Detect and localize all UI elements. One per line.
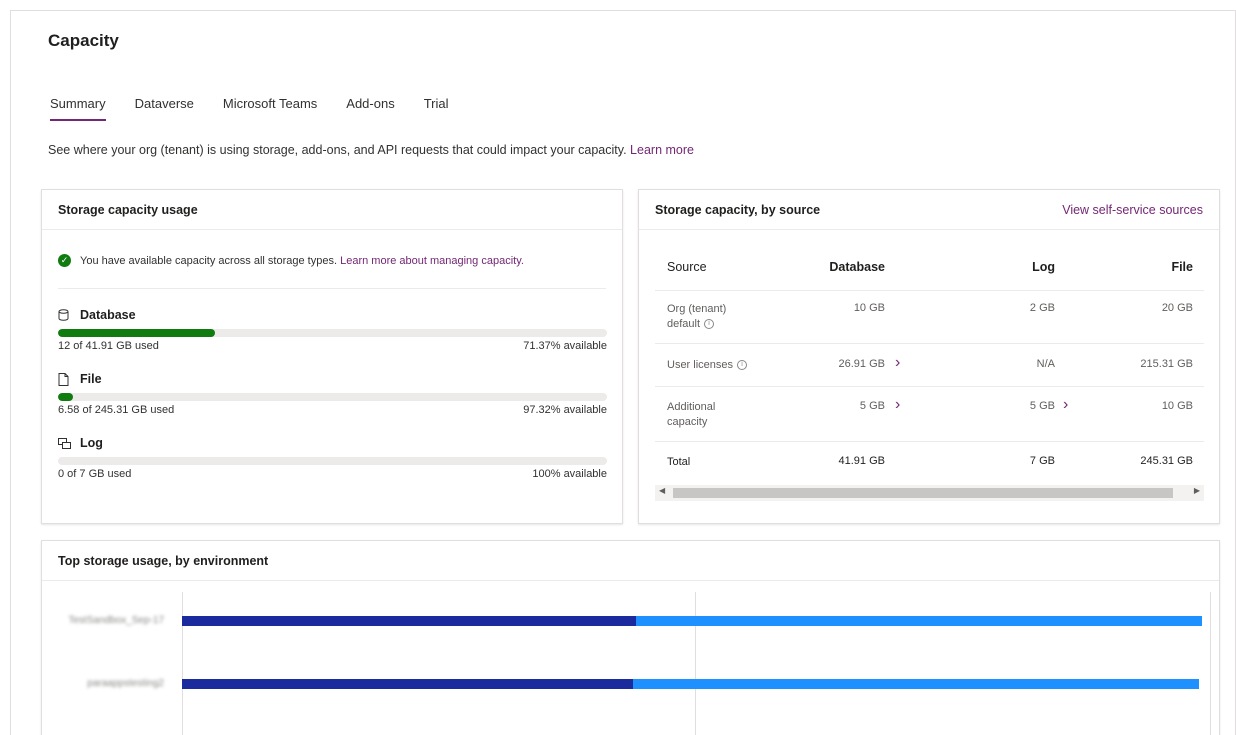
database-available-text: 71.37% available <box>523 340 607 352</box>
chart-gridline <box>695 592 696 735</box>
file-bar-segment[interactable] <box>633 679 1199 689</box>
chart-axis-line <box>182 592 183 735</box>
file-available-text: 97.32% available <box>523 404 607 416</box>
log-progress-track <box>58 457 607 465</box>
database-used-text: 12 of 41.91 GB used <box>58 340 159 352</box>
intro-description: See where your org (tenant) is using sto… <box>48 143 627 157</box>
intro-text: See where your org (tenant) is using sto… <box>48 143 694 157</box>
chart-gridline <box>1210 592 1211 735</box>
table-row: User licenses i 26.91 GB › N/A 215.31 GB <box>655 344 1204 387</box>
row-source-label: User licenses <box>667 359 734 371</box>
page-title: Capacity <box>48 31 119 50</box>
file-icon <box>58 372 72 386</box>
table-row: Additional capacity 5 GB › 5 GB › 10 GB <box>655 387 1204 442</box>
checkmark-circle-icon: ✓ <box>58 254 71 267</box>
row-database-value: 41.91 GB <box>838 455 885 467</box>
database-progress-track <box>58 329 607 337</box>
status-divider <box>58 288 606 289</box>
database-bar-segment[interactable] <box>182 679 633 689</box>
log-meter: Log 0 of 7 GB used 100% available <box>58 434 607 480</box>
database-bar-segment[interactable] <box>182 616 636 626</box>
file-progress-fill <box>58 393 73 401</box>
row-log-value: N/A <box>1036 358 1055 370</box>
tab-dataverse[interactable]: Dataverse <box>135 96 194 121</box>
chevron-right-icon[interactable]: › <box>895 355 900 371</box>
file-label: File <box>80 372 102 386</box>
file-meter: File 6.58 of 245.31 GB used 97.32% avail… <box>58 370 607 416</box>
row-database-value: 10 GB <box>853 302 885 314</box>
database-progress-fill <box>58 329 216 337</box>
environment-label: paraappstesting2 <box>87 678 164 689</box>
column-header-database[interactable]: Database <box>805 260 885 274</box>
row-source-label: Org (tenant) default <box>667 303 727 330</box>
database-meter: Database 12 of 41.91 GB used 71.37% avai… <box>58 306 607 352</box>
log-label: Log <box>80 436 103 450</box>
row-log-value: 5 GB <box>1029 400 1055 412</box>
row-file-value: 20 GB <box>1161 302 1193 314</box>
column-header-log[interactable]: Log <box>975 260 1055 274</box>
scrollbar-thumb[interactable] <box>673 488 1173 498</box>
chevron-right-icon[interactable]: › <box>1063 397 1068 413</box>
scroll-left-icon[interactable]: ◀ <box>659 486 665 495</box>
row-file-value: 10 GB <box>1161 400 1193 412</box>
storage-source-card: Storage capacity, by source View self-se… <box>638 189 1220 524</box>
table-header-row: Source Database Log File <box>655 240 1204 291</box>
row-source-label: Additional capacity <box>667 401 716 428</box>
column-header-file[interactable]: File <box>1105 260 1193 274</box>
column-header-source[interactable]: Source <box>667 260 757 275</box>
storage-source-table: Source Database Log File Org (tenant) de… <box>655 240 1204 482</box>
tab-summary[interactable]: Summary <box>50 96 106 121</box>
horizontal-scrollbar[interactable]: ◀ ▶ <box>655 485 1204 501</box>
storage-source-header: Storage capacity, by source View self-se… <box>639 190 1219 230</box>
row-log-value: 2 GB <box>1029 302 1055 314</box>
info-icon[interactable]: i <box>704 319 715 330</box>
environment-label: TestSandbox_Sep-17 <box>68 615 164 626</box>
scroll-right-icon[interactable]: ▶ <box>1194 486 1200 495</box>
row-file-value: 215.31 GB <box>1140 358 1193 370</box>
file-used-text: 6.58 of 245.31 GB used <box>58 404 175 416</box>
file-progress-track <box>58 393 607 401</box>
row-log-value: 7 GB <box>1029 455 1055 467</box>
storage-usage-card: Storage capacity usage ✓ You have availa… <box>41 189 623 524</box>
log-available-text: 100% available <box>532 468 607 480</box>
row-database-value: 26.91 GB <box>838 358 885 370</box>
chevron-right-icon[interactable]: › <box>895 397 900 413</box>
storage-usage-title: Storage capacity usage <box>58 202 198 217</box>
file-bar-segment[interactable] <box>636 616 1202 626</box>
database-icon <box>58 309 72 321</box>
row-file-value: 245.31 GB <box>1140 455 1193 467</box>
database-label: Database <box>80 308 136 322</box>
log-used-text: 0 of 7 GB used <box>58 468 132 480</box>
status-text: You have available capacity across all s… <box>80 254 338 267</box>
learn-more-link[interactable]: Learn more <box>630 143 694 157</box>
capacity-status: ✓ You have available capacity across all… <box>58 254 524 267</box>
log-icon <box>58 437 72 449</box>
storage-source-title: Storage capacity, by source <box>655 202 821 217</box>
tab-bar: Summary Dataverse Microsoft Teams Add-on… <box>50 96 478 121</box>
row-source-label: Total <box>667 456 691 468</box>
environment-bar-chart: TestSandbox_Sep-17 paraappstesting2 <box>42 582 1219 735</box>
tab-trial[interactable]: Trial <box>424 96 449 121</box>
tab-microsoft-teams[interactable]: Microsoft Teams <box>223 96 317 121</box>
managing-capacity-link[interactable]: Learn more about managing capacity. <box>340 255 524 267</box>
info-icon[interactable]: i <box>737 360 748 371</box>
view-self-service-sources-link[interactable]: View self-service sources <box>1062 203 1203 217</box>
row-database-value: 5 GB <box>859 400 885 412</box>
top-storage-usage-title: Top storage usage, by environment <box>58 553 269 568</box>
tab-add-ons[interactable]: Add-ons <box>346 96 394 121</box>
table-row: Org (tenant) default i 10 GB 2 GB 20 GB <box>655 291 1204 344</box>
storage-usage-header: Storage capacity usage <box>42 190 622 230</box>
top-storage-usage-card: Top storage usage, by environment TestSa… <box>41 540 1220 735</box>
table-row-total: Total 41.91 GB 7 GB 245.31 GB <box>655 442 1204 482</box>
top-storage-usage-header: Top storage usage, by environment <box>42 541 1219 581</box>
